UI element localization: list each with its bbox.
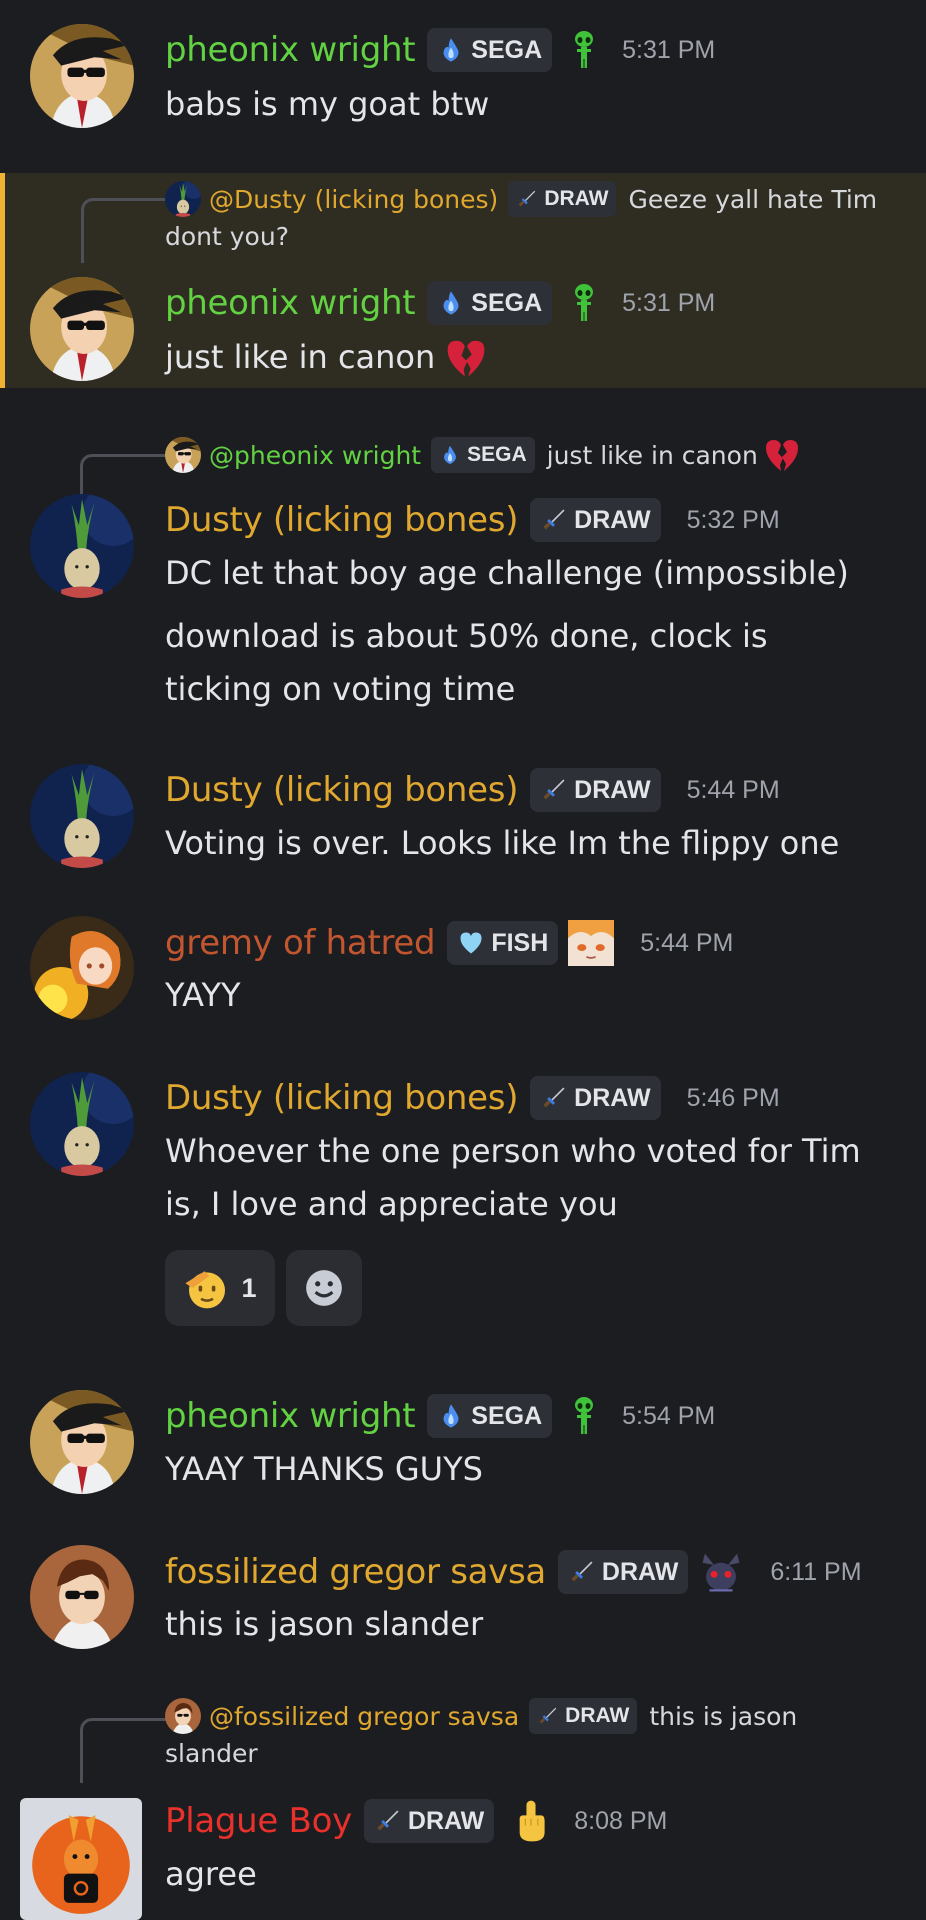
reply-author: @fossilized gregor savsa [209, 1701, 520, 1731]
guild-tag[interactable]: FISH [447, 921, 559, 965]
add-reaction-button[interactable] [286, 1250, 362, 1326]
message-2: @pheonix wright SEGA just like in canon … [0, 420, 926, 720]
saluting-face-icon [183, 1264, 231, 1312]
timestamp: 5:32 PM [686, 505, 780, 534]
message-text: just like in canon [165, 331, 489, 384]
timestamp: 6:11 PM [770, 1557, 862, 1586]
username[interactable]: fossilized gregor savsa [165, 1552, 546, 1592]
message-8: @fossilized gregor savsa DRAW this is ja… [0, 1690, 926, 1920]
username[interactable]: Plague Boy [165, 1801, 352, 1841]
message-4: gremy of hatred FISH 5:44 PM YAYY [0, 912, 926, 1032]
guild-tag[interactable]: DRAW [530, 768, 661, 812]
green-alien-icon [572, 30, 596, 70]
broken-heart-icon [443, 335, 489, 381]
guild-tag[interactable]: DRAW [363, 1799, 495, 1843]
username[interactable]: gremy of hatred [165, 923, 436, 963]
message-5: Dusty (licking bones) DRAW 5:46 PM Whoev… [0, 1068, 926, 1338]
reply-preview[interactable]: @pheonix wright SEGA just like in canon [165, 435, 802, 475]
green-alien-icon [572, 283, 596, 323]
message-text: YAYY [165, 976, 241, 1014]
sword-icon [516, 188, 538, 210]
sword-icon [540, 776, 568, 804]
username[interactable]: pheonix wright [165, 283, 416, 323]
reply-text-cont: slander [165, 1739, 258, 1768]
green-alien-icon [572, 1396, 596, 1436]
guild-tag[interactable]: SEGA [427, 281, 553, 325]
reply-text: Geeze yall hate Tim [628, 184, 878, 214]
reply-text: this is jason [649, 1701, 798, 1731]
guild-tag: DRAW [529, 1698, 638, 1734]
avatar[interactable] [30, 1390, 134, 1494]
heart-icon [457, 929, 485, 957]
reply-avatar [165, 1698, 201, 1734]
reply-text-cont: dont you? [165, 222, 289, 251]
add-reaction-icon [303, 1267, 345, 1309]
avatar[interactable] [20, 1798, 142, 1920]
message-text: agree [165, 1855, 257, 1893]
blue-flame-icon [437, 36, 465, 64]
guild-tag[interactable]: DRAW [530, 498, 661, 542]
sword-icon [540, 1084, 568, 1112]
reply-avatar [165, 437, 201, 473]
reply-avatar [165, 181, 201, 217]
message-3: Dusty (licking bones) DRAW 5:44 PM Votin… [0, 760, 926, 880]
sword-icon [568, 1558, 596, 1586]
avatar[interactable] [30, 494, 134, 598]
message-7: fossilized gregor savsa DRAW 6:11 PM thi… [0, 1541, 926, 1661]
sword-icon [374, 1807, 402, 1835]
timestamp: 5:54 PM [622, 1401, 716, 1430]
blue-flame-icon [437, 1402, 465, 1430]
username[interactable]: pheonix wright [165, 1396, 416, 1436]
username[interactable]: Dusty (licking bones) [165, 500, 518, 540]
timestamp: 5:44 PM [686, 775, 780, 804]
avatar[interactable] [30, 764, 134, 868]
timestamp: 5:31 PM [622, 288, 716, 317]
reply-spine [80, 1718, 167, 1783]
blue-flame-icon [439, 444, 461, 466]
username[interactable]: pheonix wright [165, 30, 416, 70]
message-text: YAAY THANKS GUYS [165, 1450, 483, 1488]
middle-finger-icon [514, 1798, 548, 1844]
message-6: pheonix wright SEGA 5:54 PM YAAY THANKS … [0, 1386, 926, 1506]
avatar[interactable] [30, 1545, 134, 1649]
username[interactable]: Dusty (licking bones) [165, 770, 518, 810]
sword-icon [537, 1705, 559, 1727]
timestamp: 5:31 PM [622, 35, 716, 64]
avatar[interactable] [30, 1072, 134, 1176]
reply-preview[interactable]: @Dusty (licking bones) DRAW Geeze yall h… [165, 181, 877, 217]
reaction-button[interactable]: 1 [165, 1250, 275, 1326]
guild-tag[interactable]: DRAW [557, 1550, 689, 1594]
guild-tag[interactable]: SEGA [427, 28, 553, 72]
anime-face-icon [568, 920, 614, 966]
blue-flame-icon [437, 289, 465, 317]
reply-author: @pheonix wright [209, 440, 422, 470]
message-text: babs is my goat btw [165, 85, 490, 123]
avatar[interactable] [30, 916, 134, 1020]
guild-tag[interactable]: DRAW [530, 1076, 661, 1120]
message-text: Whoever the one person who voted for Tim… [165, 1132, 861, 1223]
username[interactable]: Dusty (licking bones) [165, 1078, 518, 1118]
message-text: this is jason slander [165, 1605, 484, 1643]
guild-tag: SEGA [431, 437, 535, 473]
reaction-count: 1 [241, 1272, 257, 1303]
reply-preview[interactable]: @fossilized gregor savsa DRAW this is ja… [165, 1698, 797, 1734]
message-1: @Dusty (licking bones) DRAW Geeze yall h… [0, 173, 926, 388]
timestamp: 5:46 PM [686, 1083, 780, 1112]
dark-creature-icon [698, 1549, 744, 1595]
message-text: Voting is over. Looks like Im the flippy… [165, 824, 840, 862]
broken-heart-icon [762, 435, 802, 475]
sword-icon [540, 506, 568, 534]
message-text: DC let that boy age challenge (impossibl… [165, 554, 849, 708]
message-0: pheonix wright SEGA 5:31 PM babs is my g… [0, 0, 926, 170]
guild-tag[interactable]: SEGA [427, 1394, 553, 1438]
avatar[interactable] [30, 24, 134, 128]
guild-tag: DRAW [508, 181, 617, 217]
reply-author: @Dusty (licking bones) [209, 184, 499, 214]
reply-spine [81, 198, 168, 263]
timestamp: 8:08 PM [574, 1806, 668, 1835]
reply-text: just like in canon [546, 440, 758, 470]
timestamp: 5:44 PM [640, 928, 734, 957]
avatar[interactable] [30, 277, 134, 381]
